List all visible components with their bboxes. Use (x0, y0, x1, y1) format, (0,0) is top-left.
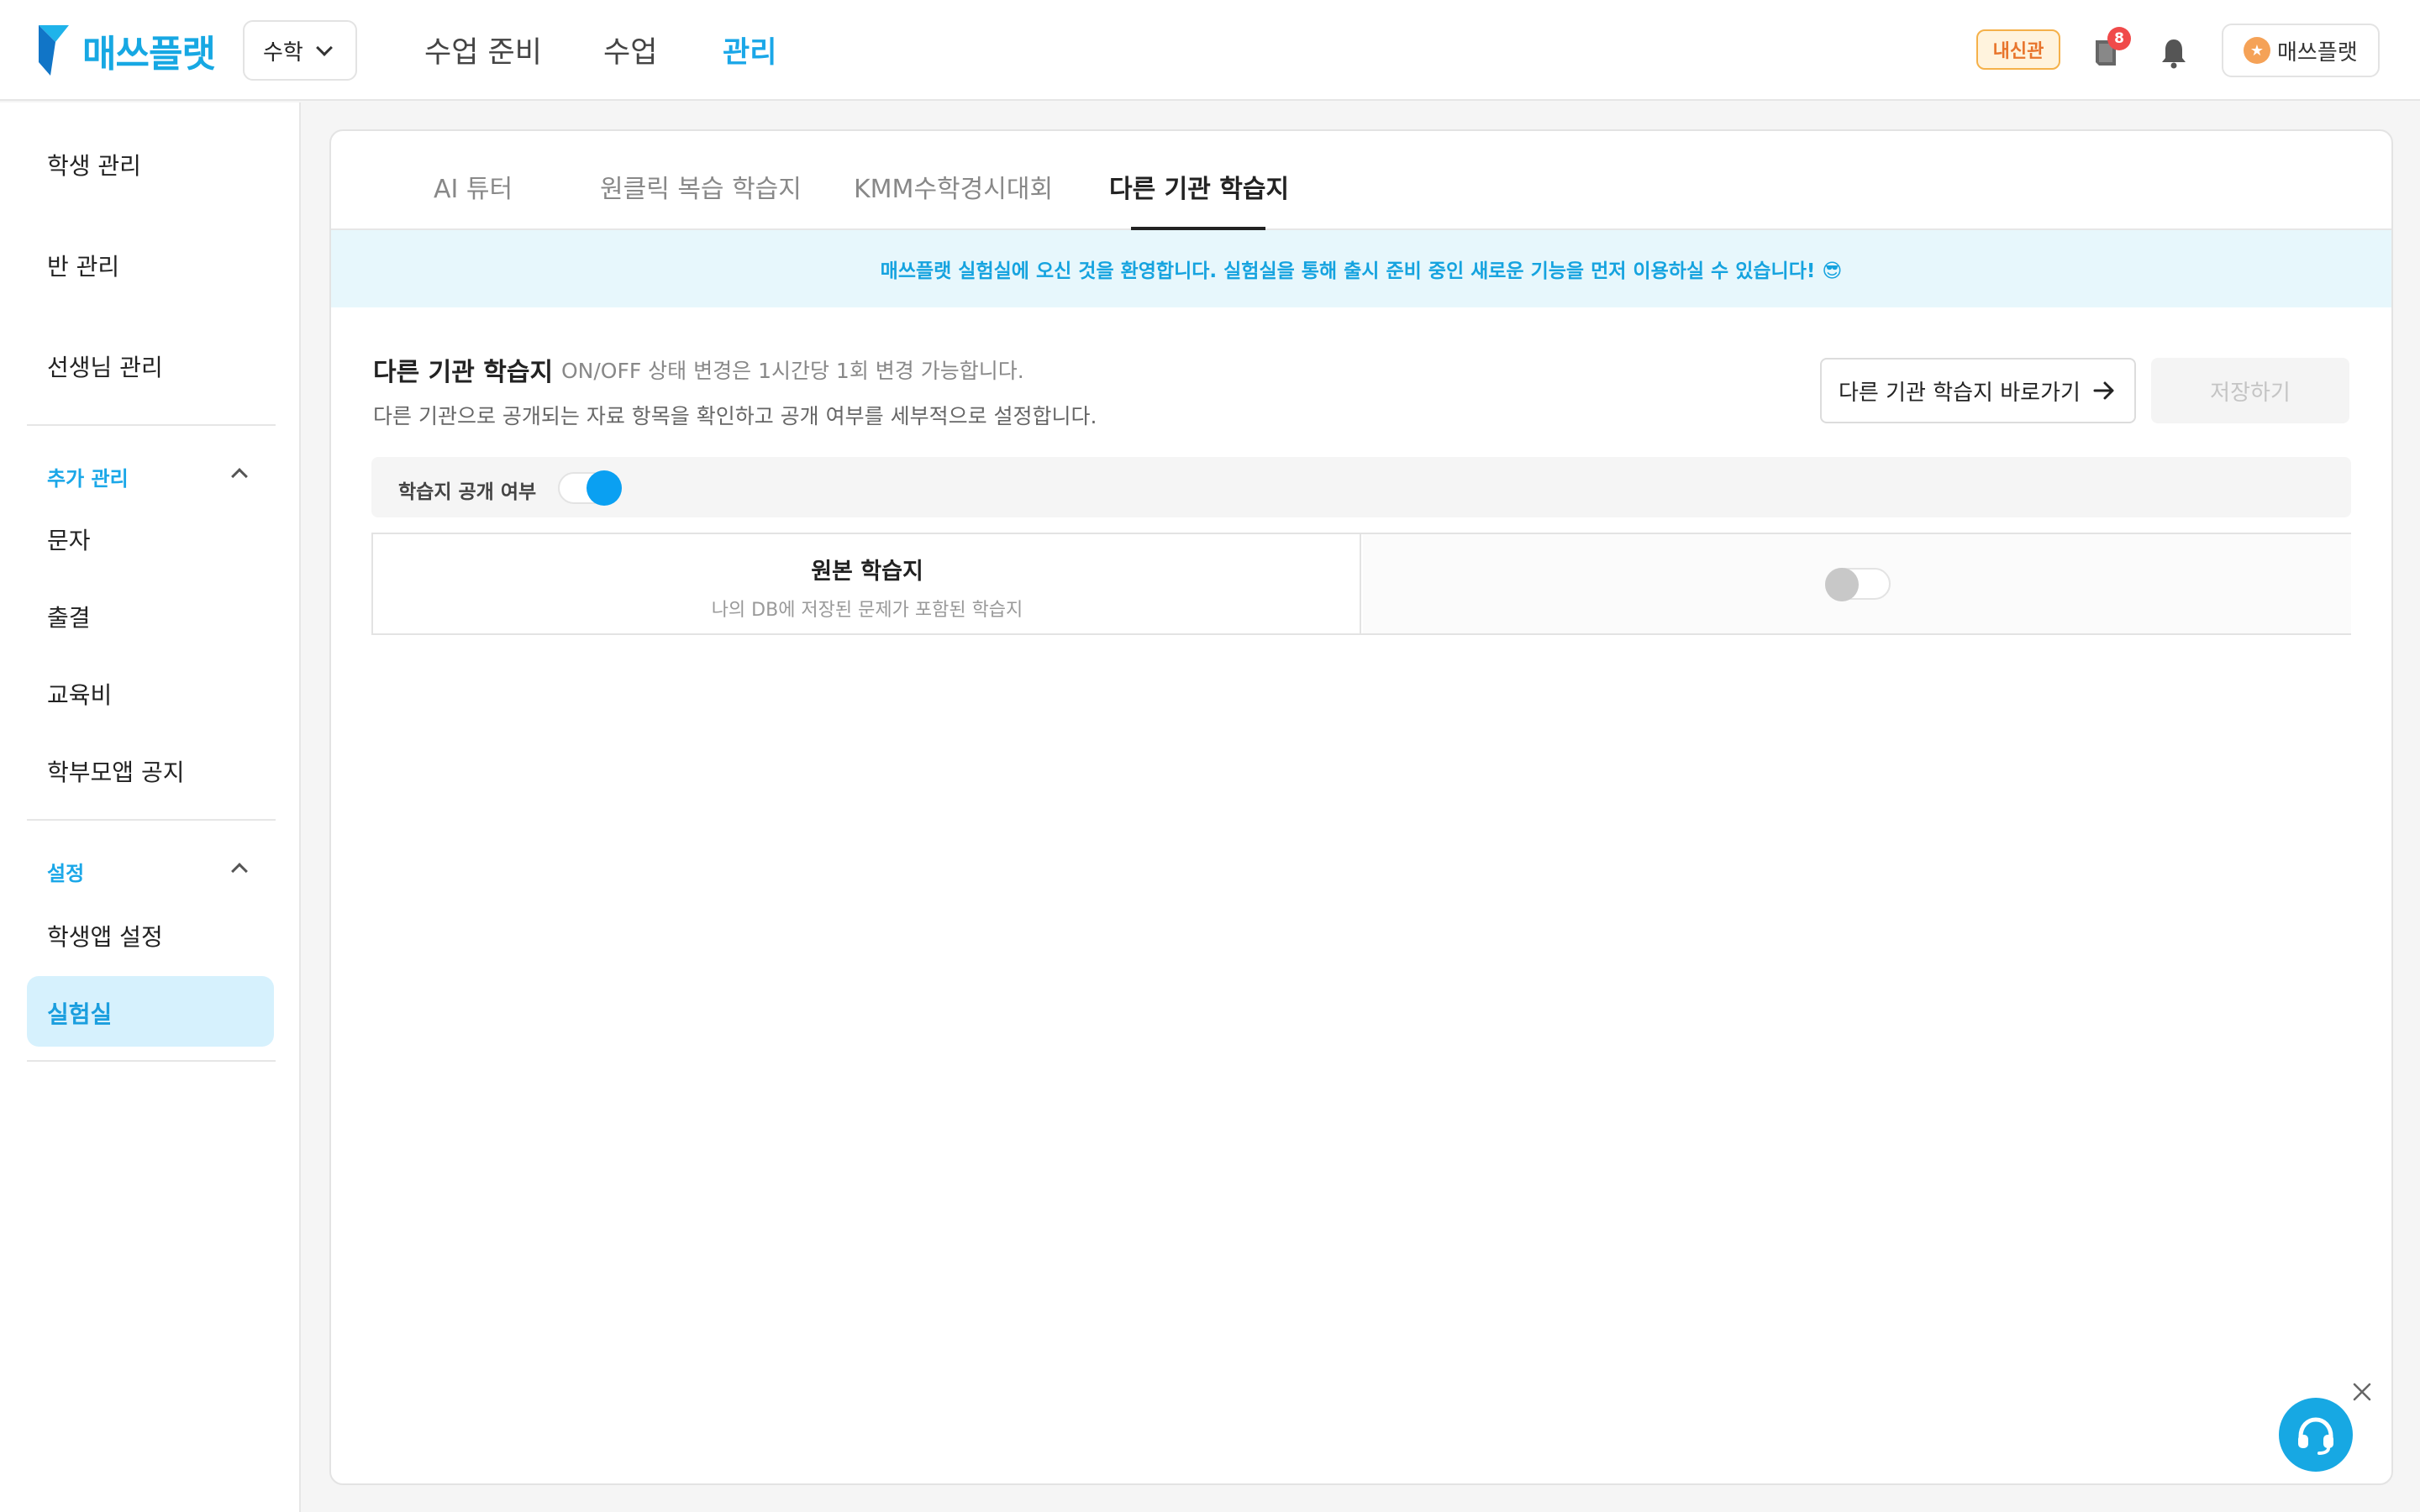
sidebar-item-students[interactable]: 학생 관리 (47, 148, 141, 181)
sidebar-item-parent-notice[interactable]: 학부모앱 공지 (47, 754, 184, 788)
toggle-knob (1825, 568, 1859, 601)
top-header: 매쓰플랫 수학 수업 준비 수업 관리 내신관 8 ★ 매쓰플랫 (0, 0, 2420, 101)
original-worksheet-toggle[interactable] (1825, 568, 1891, 601)
section-description: 다른 기관으로 공개되는 자료 항목을 확인하고 공개 여부를 세부적으로 설정… (373, 404, 1097, 428)
user-avatar-icon: ★ (2244, 37, 2270, 64)
close-icon[interactable] (2349, 1379, 2375, 1404)
subject-select[interactable]: 수학 (243, 20, 357, 81)
sidebar-divider (27, 424, 276, 426)
chevron-up-icon[interactable] (231, 468, 248, 485)
section-note: ON/OFF 상태 변경은 1시간당 1회 변경 가능합니다. (561, 359, 1024, 383)
sidebar-item-tuition[interactable]: 교육비 (47, 677, 112, 711)
section-title: 다른 기관 학습지 (373, 358, 554, 387)
help-chat-button[interactable] (2279, 1398, 2353, 1472)
nav-class[interactable]: 수업 (603, 29, 657, 71)
headset-icon (2298, 1417, 2333, 1455)
sidebar: 학생 관리 반 관리 선생님 관리 추가 관리 문자 출결 교육비 학부모앱 공… (0, 102, 301, 1512)
tab-other-institution[interactable]: 다른 기관 학습지 (1109, 168, 1289, 205)
original-worksheet-subtitle: 나의 DB에 저장된 문제가 포함된 학습지 (711, 600, 1023, 621)
nav-manage[interactable]: 관리 (723, 29, 776, 71)
sidebar-item-sms[interactable]: 문자 (47, 522, 91, 556)
publish-toggle-label: 학습지 공개 여부 (398, 481, 537, 503)
book-count-badge: 8 (2107, 27, 2131, 50)
sidebar-item-student-app[interactable]: 학생앱 설정 (47, 919, 163, 953)
logo[interactable]: 매쓰플랫 (37, 24, 216, 77)
welcome-banner: 매쓰플랫 실험실에 오신 것을 환영합니다. 실험실을 통해 출시 준비 중인 … (331, 230, 2391, 307)
save-button[interactable]: 저장하기 (2151, 358, 2349, 423)
tab-oneclick-review[interactable]: 원클릭 복습 학습지 (600, 168, 802, 205)
bell-icon[interactable] (2160, 37, 2188, 69)
subject-select-value: 수학 (263, 39, 303, 66)
tab-bar: AI 튜터 원클릭 복습 학습지 KMM수학경시대회 다른 기관 학습지 (331, 131, 2391, 230)
welcome-text: 매쓰플랫 실험실에 오신 것을 환영합니다. 실험실을 통해 출시 준비 중인 … (880, 260, 1843, 282)
sidebar-divider (27, 819, 276, 821)
tab-ai-tutor[interactable]: AI 튜터 (434, 168, 513, 205)
table-row-toggle-cell (1363, 534, 2351, 633)
logo-text: 매쓰플랫 (82, 33, 216, 76)
naesin-badge[interactable]: 내신관 (1976, 29, 2060, 70)
original-worksheet-title: 원본 학습지 (811, 559, 923, 585)
tab-kmm[interactable]: KMM수학경시대회 (854, 168, 1053, 205)
publish-toggle-switch[interactable] (558, 470, 622, 506)
sidebar-item-teachers[interactable]: 선생님 관리 (47, 349, 163, 383)
user-menu-button[interactable]: ★ 매쓰플랫 (2222, 24, 2380, 77)
sidebar-section-extra[interactable]: 추가 관리 (47, 462, 129, 491)
goto-other-institution-button[interactable]: 다른 기관 학습지 바로가기 (1820, 358, 2136, 423)
toggle-knob (587, 470, 622, 506)
logo-mark-icon (39, 25, 69, 76)
sidebar-item-classes[interactable]: 반 관리 (47, 249, 119, 282)
sidebar-divider (27, 1060, 276, 1062)
goto-button-label: 다른 기관 학습지 바로가기 (1839, 380, 2081, 406)
publish-toggle-row: 학습지 공개 여부 (371, 457, 2351, 517)
sidebar-section-settings[interactable]: 설정 (47, 857, 84, 886)
chevron-down-icon (316, 39, 333, 56)
table-row-label-cell: 원본 학습지 나의 DB에 저장된 문제가 포함된 학습지 (373, 534, 1361, 633)
worksheet-settings-table: 원본 학습지 나의 DB에 저장된 문제가 포함된 학습지 (371, 533, 2351, 635)
user-name: 매쓰플랫 (2277, 39, 2358, 66)
nav-class-prep[interactable]: 수업 준비 (424, 29, 542, 71)
sidebar-item-attendance[interactable]: 출결 (47, 600, 91, 633)
sidebar-item-lab-label: 실험실 (47, 1000, 113, 1028)
chevron-up-icon[interactable] (231, 863, 248, 879)
arrow-right-icon (2093, 381, 2114, 400)
main-card: AI 튜터 원클릭 복습 학습지 KMM수학경시대회 다른 기관 학습지 매쓰플… (329, 129, 2393, 1485)
